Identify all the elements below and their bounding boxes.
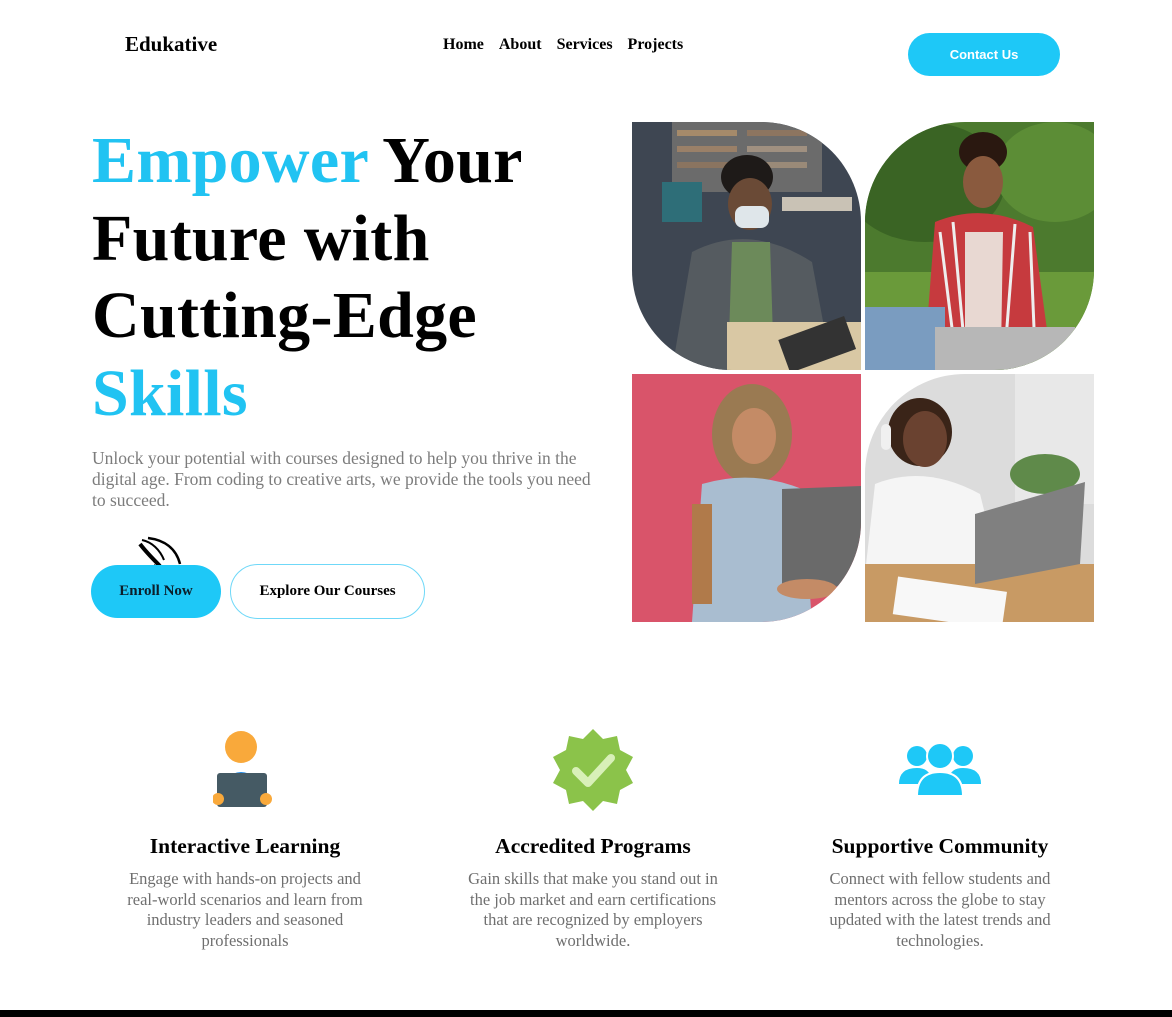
hero-title-highlight-empower: Empower bbox=[92, 124, 368, 197]
verified-badge-icon bbox=[553, 729, 633, 811]
hero-title-highlight-skills: Skills bbox=[92, 356, 248, 430]
feature-description: Connect with fellow students and mentors… bbox=[829, 869, 1051, 950]
explore-courses-button[interactable]: Explore Our Courses bbox=[230, 564, 425, 619]
bottom-bar bbox=[0, 1010, 1172, 1017]
site-logo[interactable]: Edukative bbox=[125, 32, 217, 57]
community-group-icon bbox=[899, 742, 981, 797]
feature-accredited-programs: Accredited Programs Gain skills that mak… bbox=[443, 727, 743, 951]
nav-projects[interactable]: Projects bbox=[628, 36, 684, 54]
photo-student-laptop-pink bbox=[632, 374, 861, 622]
contact-us-button[interactable]: Contact Us bbox=[908, 33, 1060, 76]
enroll-now-button[interactable]: Enroll Now bbox=[91, 565, 221, 618]
nav-home[interactable]: Home bbox=[443, 36, 484, 54]
feature-interactive-learning: Interactive Learning Engage with hands-o… bbox=[95, 727, 395, 951]
main-nav: Home About Services Projects bbox=[443, 36, 683, 54]
feature-supportive-community: Supportive Community Connect with fellow… bbox=[790, 727, 1090, 951]
feature-description: Gain skills that make you stand out in t… bbox=[468, 869, 718, 950]
nav-services[interactable]: Services bbox=[557, 36, 613, 54]
nav-about[interactable]: About bbox=[499, 36, 542, 54]
photo-student-headphones-desk bbox=[865, 374, 1094, 622]
feature-title: Accredited Programs bbox=[495, 834, 691, 858]
student-laptop-icon bbox=[213, 731, 272, 807]
feature-title: Interactive Learning bbox=[149, 834, 341, 858]
feature-description: Engage with hands-on projects and real-w… bbox=[127, 869, 363, 950]
photo-student-smiling-park bbox=[865, 122, 1094, 370]
hero-description: Unlock your potential with courses desig… bbox=[92, 448, 591, 510]
feature-title: Supportive Community bbox=[831, 834, 1049, 858]
hero-title: Empower Your Future with Cutting-Edge Sk… bbox=[92, 122, 612, 432]
photo-student-library bbox=[632, 122, 861, 370]
